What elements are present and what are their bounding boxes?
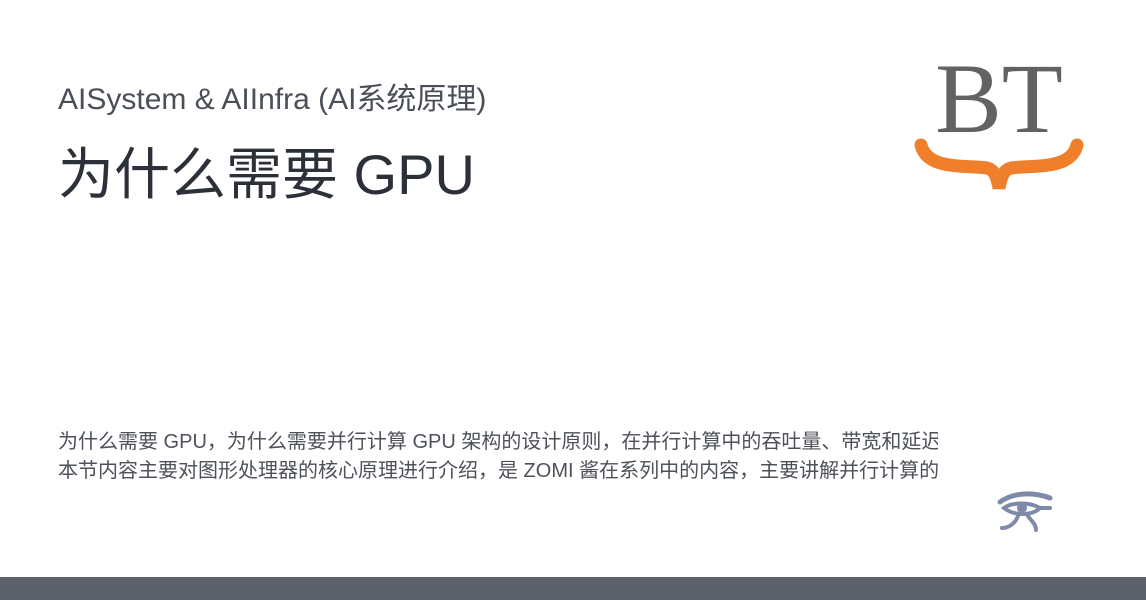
logo-letters: BT [935,43,1063,154]
description-line: 本节内容主要对图形处理器的核心原理进行介绍，是 ZOMI 酱在系列中的内容，主要… [58,460,938,482]
site-name: AISystem & AIInfra (AI系统原理) [58,83,487,116]
footer-bar [0,577,1146,600]
bt-brace-logo-icon: BT [914,43,1084,190]
description-line: 为什么需要 GPU，为什么需要并行计算 GPU 架构的设计原则，在并行计算中的吞… [58,431,938,453]
eye-of-horus-icon [996,490,1054,532]
page-description: 为什么需要 GPU，为什么需要并行计算 GPU 架构的设计原则，在并行计算中的吞… [58,428,938,486]
site-logo: BT [909,30,1089,210]
page-title: 为什么需要 GPU [58,143,475,206]
link-preview-card: AISystem & AIInfra (AI系统原理) 为什么需要 GPU BT… [0,0,1146,600]
